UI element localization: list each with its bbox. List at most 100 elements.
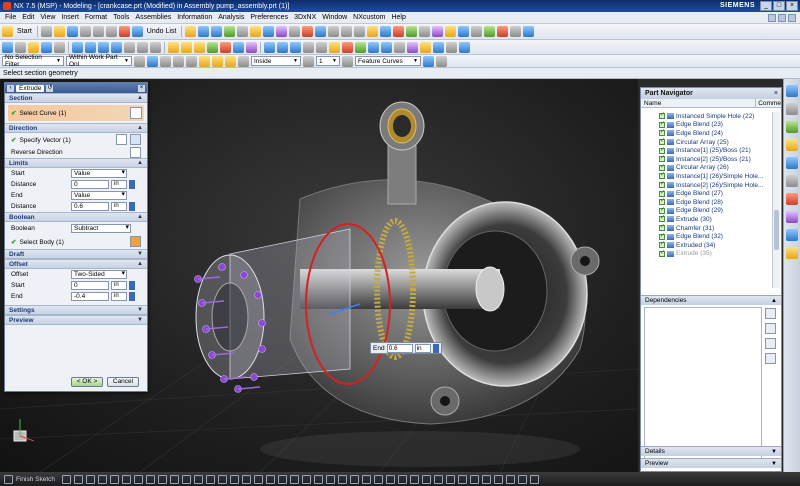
dependencies-header[interactable]: Dependencies ▲ (641, 295, 781, 305)
scroll-thumb[interactable] (774, 210, 779, 250)
filter-icon[interactable] (765, 353, 776, 364)
arc-icon[interactable] (181, 41, 192, 53)
layer-icon[interactable] (419, 26, 431, 37)
arc-icon[interactable] (86, 474, 96, 484)
system-materials-icon[interactable] (786, 193, 798, 205)
fit-spline-icon[interactable] (506, 474, 516, 484)
cut-icon[interactable] (79, 26, 91, 37)
assembly-navigator-icon[interactable] (786, 85, 798, 97)
project-curve-icon[interactable] (434, 474, 444, 484)
save-icon[interactable] (66, 26, 78, 37)
shaded-icon[interactable] (367, 26, 379, 37)
orient-to-sketch-icon[interactable] (302, 474, 312, 484)
pattern-curve-icon[interactable] (446, 474, 456, 484)
thicken-icon[interactable] (303, 41, 314, 53)
pan-icon[interactable] (341, 26, 353, 37)
chamfer-icon[interactable] (263, 26, 275, 37)
orient-view-icon[interactable] (380, 26, 392, 37)
doc-minimize-button[interactable] (768, 14, 776, 22)
sketch-section-icon[interactable] (130, 107, 142, 119)
menu-information[interactable]: Information (174, 14, 215, 21)
offset-start-input[interactable]: 0 (71, 281, 109, 290)
close-icon[interactable]: × (774, 88, 778, 99)
snap-endpoint-icon[interactable] (199, 55, 210, 67)
part-navigator-tab-icon[interactable] (786, 121, 798, 133)
sew-icon[interactable] (316, 41, 327, 53)
menu-insert[interactable]: Insert (58, 14, 82, 21)
start-spinner-icon[interactable] (129, 180, 135, 189)
select-body-icon[interactable] (130, 236, 141, 247)
copy-icon[interactable] (92, 26, 104, 37)
alternate-solution-icon[interactable] (278, 474, 288, 484)
scale-curve-icon[interactable] (470, 474, 480, 484)
section-curve-icon[interactable] (398, 474, 408, 484)
undo-list-button[interactable]: Undo List (145, 28, 179, 35)
show-hide-icon[interactable] (406, 26, 418, 37)
revolve-icon[interactable] (211, 26, 223, 37)
offset-end-input[interactable]: -0.4 (71, 292, 109, 301)
draft-group-header[interactable]: Draft ▼ (5, 249, 147, 259)
line-icon[interactable] (168, 41, 179, 53)
finish-sketch-icon[interactable] (4, 474, 13, 484)
undo-icon[interactable] (131, 26, 143, 37)
menu-help[interactable]: Help (388, 14, 408, 21)
minimize-button[interactable]: _ (760, 1, 772, 11)
polygon-icon[interactable] (134, 474, 144, 484)
end-distance-input[interactable]: 0.6 (71, 202, 109, 211)
boolean-dropdown[interactable]: Subtract (71, 224, 131, 233)
chamfer-curve-icon[interactable] (518, 474, 528, 484)
mirror-curve-icon[interactable] (182, 474, 192, 484)
constraint-icon[interactable] (484, 26, 496, 37)
expression-icon[interactable] (394, 41, 405, 53)
render-icon[interactable] (433, 41, 444, 53)
drafting-icon[interactable] (420, 41, 431, 53)
select-edge-icon[interactable] (186, 55, 197, 67)
offset-curve-icon[interactable] (170, 474, 180, 484)
wcs-icon[interactable] (432, 26, 444, 37)
assembly-icon[interactable] (471, 26, 483, 37)
delete-icon[interactable] (118, 26, 130, 37)
auto-constrain-icon[interactable] (374, 474, 384, 484)
mirror-icon[interactable] (368, 41, 379, 53)
reverse-direction-icon[interactable] (130, 147, 141, 158)
end-unit-dropdown[interactable]: in (111, 202, 127, 211)
start-distance-input[interactable]: 0 (71, 180, 109, 189)
point-icon[interactable] (15, 41, 26, 53)
pattern-icon[interactable] (276, 26, 288, 37)
sketch-settings-icon[interactable] (290, 474, 300, 484)
roles-icon[interactable] (786, 229, 798, 241)
ok-button[interactable]: < OK > (71, 377, 103, 387)
make-corner-icon[interactable] (218, 474, 228, 484)
curve-rule-dropdown[interactable]: Feature Curves ▼ (355, 56, 421, 66)
show-constraints-icon[interactable] (254, 474, 264, 484)
explode-icon[interactable] (497, 26, 509, 37)
conic-icon[interactable] (494, 474, 504, 484)
reuse-library-icon[interactable] (786, 139, 798, 151)
measure-icon[interactable] (445, 26, 457, 37)
analysis-icon[interactable] (458, 26, 470, 37)
reverse-direction-row[interactable]: Reverse Direction (5, 147, 147, 158)
chain-icon[interactable] (436, 55, 447, 67)
offset-start-unit-dropdown[interactable]: in (111, 281, 127, 290)
circle-icon[interactable] (194, 41, 205, 53)
preview-group-header[interactable]: Preview ▼ (5, 315, 147, 325)
select-mode-icon[interactable] (2, 41, 13, 53)
stop-at-intersection-icon[interactable] (342, 55, 353, 67)
arrow-left-icon[interactable] (765, 338, 776, 349)
end-float-input[interactable]: 0.6 (386, 343, 413, 353)
inside-dropdown[interactable]: Inside ▼ (251, 56, 301, 66)
snap-view-icon[interactable] (446, 41, 457, 53)
view-triad-icon[interactable] (459, 41, 470, 53)
menu-nxcustom[interactable]: NXcustom (350, 14, 388, 21)
history-icon[interactable] (786, 175, 798, 187)
paste-icon[interactable] (105, 26, 117, 37)
shell-icon[interactable] (289, 26, 301, 37)
offset-start-spinner-icon[interactable] (129, 281, 135, 290)
through-curves-icon[interactable] (277, 41, 288, 53)
start-unit-dropdown[interactable]: in (111, 180, 127, 189)
close-window-button[interactable]: × (786, 1, 798, 11)
intersection-point-icon[interactable] (410, 474, 420, 484)
constraint-navigator-icon[interactable] (786, 103, 798, 115)
extrude-icon[interactable] (198, 26, 210, 37)
inferred-constraints-icon[interactable] (362, 474, 372, 484)
